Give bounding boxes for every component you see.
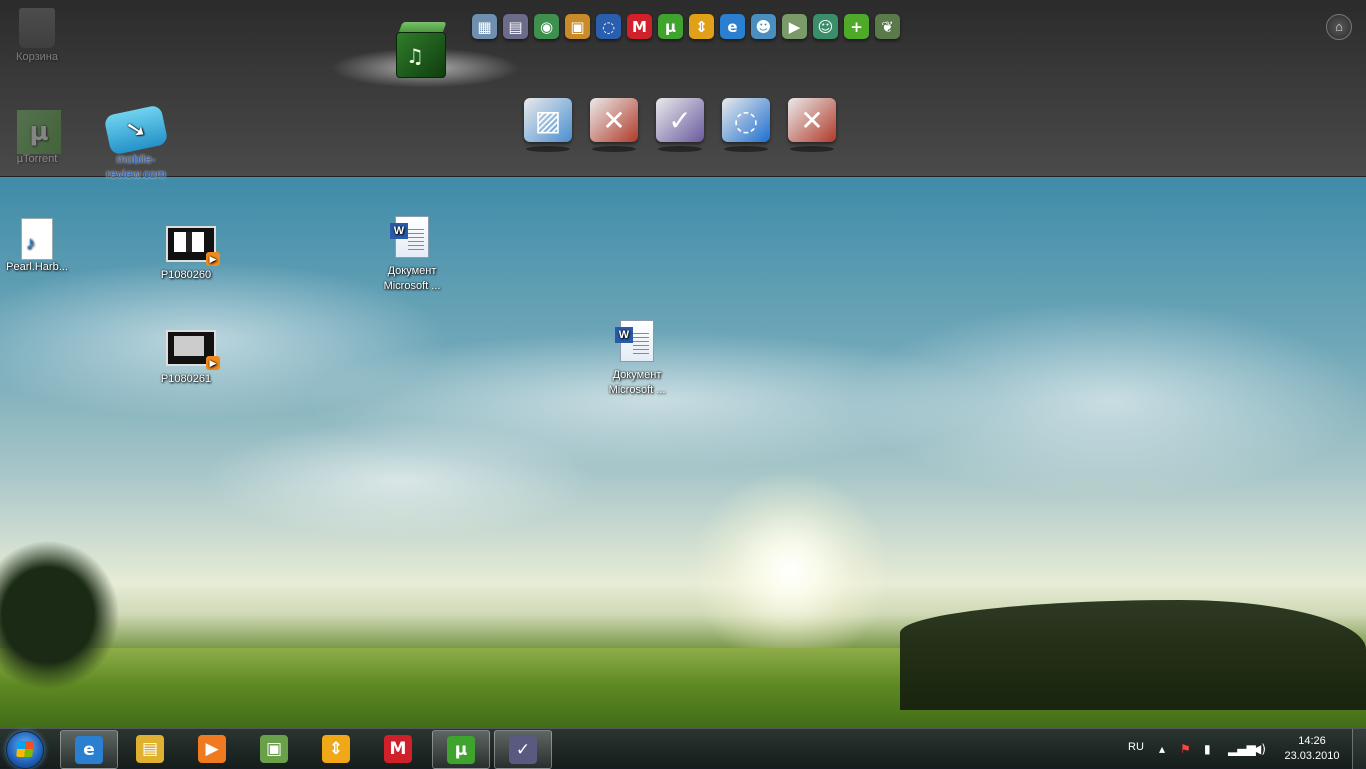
desktop-icon-label: P1080260 <box>160 269 212 281</box>
word-document-icon <box>615 320 654 362</box>
word-document-1[interactable]: Документ Microsoft ... <box>366 216 458 294</box>
add-gadget-icon[interactable]: + <box>844 14 869 39</box>
vaio-care-icon: ✓ <box>509 735 537 764</box>
contacts-icon[interactable]: ☺ <box>813 14 838 39</box>
desktop-icon-label: Pearl.Harb... <box>6 261 68 273</box>
power-icon[interactable]: ▮ <box>1204 742 1211 756</box>
cloud <box>200 420 600 540</box>
language-indicator[interactable]: RU <box>1128 741 1144 753</box>
mail-ru-agent-icon[interactable]: M <box>627 14 652 39</box>
tree-line <box>900 600 1366 710</box>
desktop-icon-label: P1080261 <box>160 373 212 385</box>
media-center-icon[interactable]: ▶ <box>782 14 807 39</box>
recycle-bin[interactable]: Корзина <box>0 8 82 65</box>
evernote-icon[interactable]: ❦ <box>875 14 900 39</box>
video-file-icon: ▶ <box>166 330 220 370</box>
media-center-icon: ▣ <box>260 734 288 763</box>
desktop-icon-label: Корзина <box>16 51 58 63</box>
dock-settings-icon[interactable]: ⌂ <box>1326 14 1352 40</box>
mobile-review-shortcut[interactable]: ➘ mobile-review.com <box>90 104 182 182</box>
show-desktop-button[interactable] <box>1352 729 1366 769</box>
utorrent-shortcut[interactable]: µ µTorrent <box>0 110 82 167</box>
mail-agent-icon: M <box>384 734 412 763</box>
internet-explorer-icon: e <box>75 735 103 764</box>
desktop-icon-label: Документ Microsoft ... <box>383 265 441 292</box>
taskbar-media-player[interactable]: ▶ <box>184 730 240 767</box>
video-file-p1080261[interactable]: ▶ P1080261 <box>141 326 231 387</box>
vaio-update-icon[interactable]: ◌ <box>722 98 770 152</box>
word-document-2[interactable]: Документ Microsoft ... <box>591 320 683 398</box>
windows-explorer-icon: ▤ <box>136 734 164 763</box>
network-icon[interactable]: ▦ <box>472 14 497 39</box>
dock-small-row: ▦ ▤ ◉ ▣ ◌ Mµ ⇕ e ☻ ▶ ☺ + ❦ <box>472 14 900 39</box>
clock-time: 14:26 <box>1298 735 1326 747</box>
vaio-media-icon[interactable]: ✕ <box>590 98 638 152</box>
download-master-icon: ⇕ <box>322 734 350 763</box>
top-dock: ♫ ▦ ▤ ◉ ▣ ◌ Mµ ⇕ e ☻ ▶ ☺ + ❦ ▨ ✕ ✓ ◌ ✕ ⌂ <box>0 0 1366 177</box>
start-button[interactable] <box>6 731 44 769</box>
media-player-icon: ▶ <box>198 734 226 763</box>
taskbar-utorrent[interactable]: µ <box>432 730 490 769</box>
taskbar-mail-agent[interactable]: M <box>370 730 426 767</box>
vaio-care-icon[interactable]: ✓ <box>656 98 704 152</box>
clock[interactable]: 14:26 23.03.2010 <box>1284 734 1340 764</box>
utorrent-icon: µ <box>17 110 61 154</box>
download-icon[interactable]: ⇕ <box>689 14 714 39</box>
desktop-icon-label: µTorrent <box>16 153 58 165</box>
desktop-icon-label: mobile-review.com <box>105 152 167 181</box>
recycle-bin-icon <box>19 8 55 48</box>
internet-explorer-icon[interactable]: e <box>720 14 745 39</box>
cloud <box>850 300 1366 500</box>
pearl-harbor-file[interactable]: ♪ Pearl.Harb... <box>0 218 82 275</box>
taskbar-media-center[interactable]: ▣ <box>246 730 302 767</box>
taskbar-download-master[interactable]: ⇕ <box>308 730 364 767</box>
clock-date: 23.03.2010 <box>1284 750 1340 762</box>
utorrent-icon[interactable]: µ <box>658 14 683 39</box>
taskbar-windows-explorer[interactable]: ▤ <box>122 730 178 767</box>
globe-icon[interactable]: ◉ <box>534 14 559 39</box>
video-file-icon: ▶ <box>166 226 220 266</box>
sync-icon[interactable]: ◌ <box>596 14 621 39</box>
bush <box>0 540 120 690</box>
people-icon[interactable]: ☻ <box>751 14 776 39</box>
desktop-icon-label: Документ Microsoft ... <box>608 369 666 396</box>
mobile-review-logo-icon: ➘ <box>103 104 169 156</box>
vaio-media-plus-icon[interactable]: ✕ <box>788 98 836 152</box>
action-center-flag-icon[interactable]: ⚑ <box>1180 742 1191 756</box>
volume-icon[interactable]: ◀) <box>1252 742 1266 756</box>
taskbar-internet-explorer[interactable]: e <box>60 730 118 769</box>
package-icon[interactable]: ▣ <box>565 14 590 39</box>
show-hidden-icons-icon[interactable]: ▴ <box>1159 742 1165 756</box>
utorrent-icon: µ <box>447 735 475 764</box>
sun-glow <box>690 470 890 670</box>
explorer-icon[interactable]: ▤ <box>503 14 528 39</box>
photo-gallery-icon[interactable]: ▨ <box>524 98 572 152</box>
video-file-p1080260[interactable]: ▶ P1080260 <box>141 222 231 283</box>
taskbar: e ▤ ▶ ▣ ⇕ Mµ ✓ RU ▴ ⚑ ▮ ▂▄▆ ◀) 14:26 23.03.201… <box>0 728 1366 769</box>
taskbar-vaio-care[interactable]: ✓ <box>494 730 552 769</box>
media-cube-icon[interactable]: ♫ <box>392 22 450 78</box>
windows-logo-icon <box>16 741 34 757</box>
dock-large-row: ▨ ✕ ✓ ◌ ✕ <box>524 98 836 152</box>
word-document-icon <box>390 216 429 258</box>
audio-file-icon: ♪ <box>21 218 53 260</box>
